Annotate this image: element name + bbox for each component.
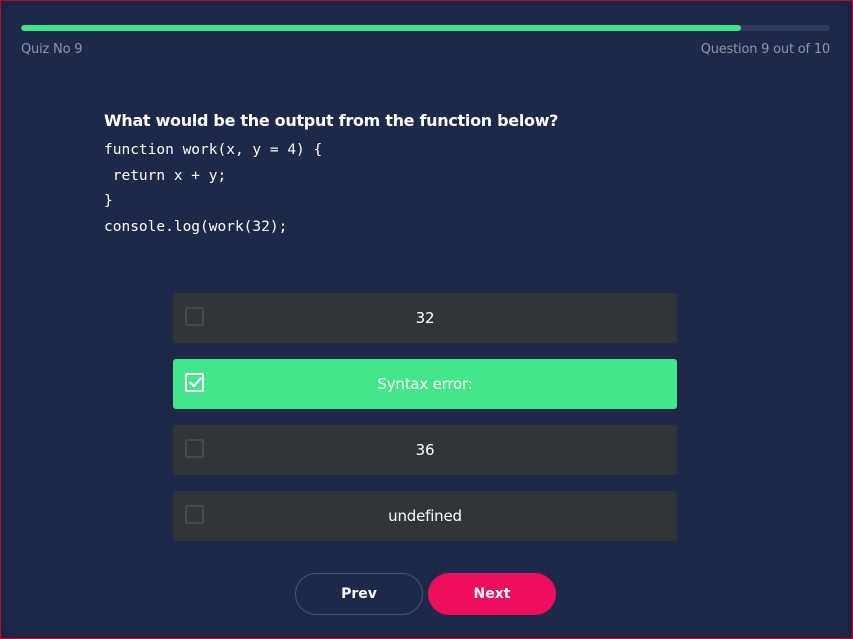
answer-options: 32 Syntax error: 36 undefined — [173, 293, 677, 557]
answer-option-32[interactable]: 32 — [173, 293, 677, 343]
answer-option-syntax-error[interactable]: Syntax error: — [173, 359, 677, 409]
prev-button[interactable]: Prev — [295, 573, 423, 615]
answer-option-label: 36 — [415, 441, 435, 459]
answer-option-label: Syntax error: — [377, 375, 473, 393]
question-prompt: What would be the output from the functi… — [104, 111, 559, 130]
question-counter: Question 9 out of 10 — [700, 42, 831, 57]
answer-option-label: 32 — [415, 309, 435, 327]
progress-bar — [21, 25, 830, 31]
code-line: } — [104, 193, 113, 209]
code-block: function work(x, y = 4) { return x + y;}… — [104, 138, 322, 240]
code-line: function work(x, y = 4) { — [104, 142, 323, 158]
next-button[interactable]: Next — [428, 573, 556, 615]
code-line: return x + y; — [104, 167, 227, 184]
quiz-number: Quiz No 9 — [21, 42, 83, 57]
code-line: console.log(work(32); — [104, 218, 288, 235]
answer-option-undefined[interactable]: undefined — [173, 491, 677, 541]
answer-option-label: undefined — [388, 507, 462, 525]
answer-option-36[interactable]: 36 — [173, 425, 677, 475]
progress-bar-fill — [21, 25, 741, 31]
